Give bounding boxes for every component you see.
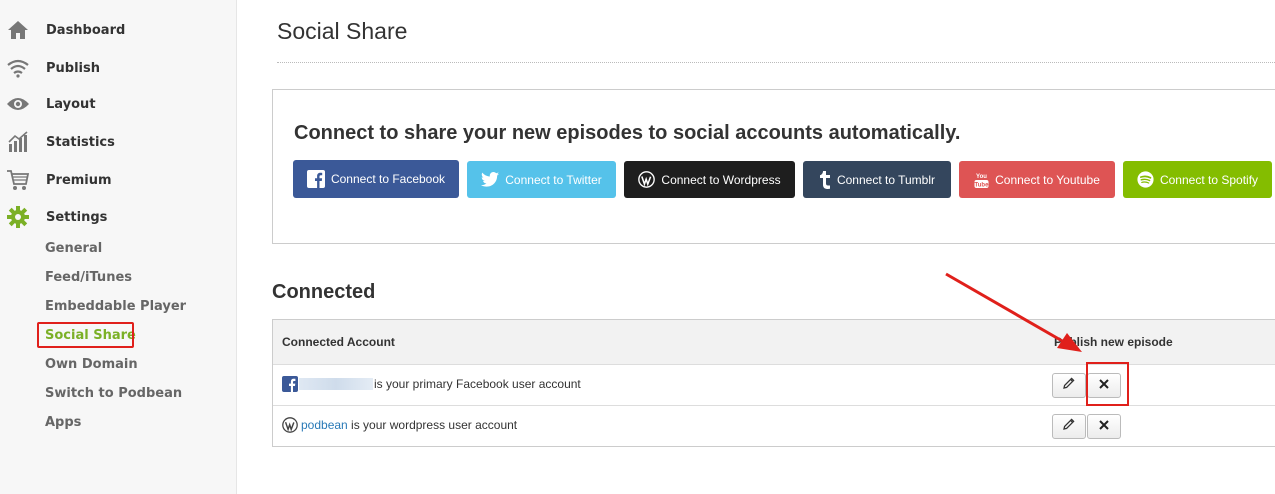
sidebar-item-premium[interactable]: Premium xyxy=(0,165,236,195)
sidebar-sub-feed-itunes[interactable]: Feed/iTunes xyxy=(45,270,132,285)
annotation-highlight-box xyxy=(1086,362,1129,406)
pencil-icon xyxy=(1062,417,1076,436)
connect-button-label: Connect to Facebook xyxy=(330,172,446,186)
connect-wordpress-button[interactable]: Connect to Wordpress xyxy=(624,161,795,198)
sidebar-sub-embeddable-player[interactable]: Embeddable Player xyxy=(45,299,186,314)
sidebar-sub-general[interactable]: General xyxy=(45,241,102,256)
connect-twitter-button[interactable]: Connect to Twitter xyxy=(467,161,616,198)
youtube-icon: You Tube xyxy=(974,171,989,189)
connect-facebook-button[interactable]: Connect to Facebook xyxy=(293,160,459,198)
connect-spotify-button[interactable]: Connect to Spotify xyxy=(1123,161,1272,198)
sidebar-sub-apps[interactable]: Apps xyxy=(45,415,81,430)
sidebar-sub-own-domain[interactable]: Own Domain xyxy=(45,357,138,372)
connect-panel: Connect to share your new episodes to so… xyxy=(272,89,1275,244)
connect-youtube-button[interactable]: You Tube Connect to Youtube xyxy=(959,161,1115,198)
edit-button[interactable] xyxy=(1052,373,1086,398)
sidebar-item-label: Publish xyxy=(46,60,100,76)
spotify-icon xyxy=(1137,171,1154,188)
title-divider xyxy=(277,62,1275,63)
sidebar-item-settings[interactable]: Settings xyxy=(0,202,236,232)
connect-button-label: Connect to Spotify xyxy=(1159,172,1259,187)
sidebar-sub-switch-to-podbean[interactable]: Switch to Podbean xyxy=(45,386,182,401)
annotation-highlight-box xyxy=(37,322,134,348)
sidebar-item-label: Dashboard xyxy=(46,22,126,38)
connect-heading: Connect to share your new episodes to so… xyxy=(294,122,961,144)
connect-button-label: Connect to Wordpress xyxy=(661,172,781,187)
close-icon xyxy=(1098,418,1110,436)
remove-button[interactable] xyxy=(1087,414,1121,439)
account-description: is your primary Facebook user account xyxy=(374,377,581,391)
sidebar-item-layout[interactable]: Layout xyxy=(0,89,236,119)
page-title: Social Share xyxy=(277,18,408,44)
sidebar-item-statistics[interactable]: Statistics xyxy=(0,127,236,157)
connect-button-label: Connect to Youtube xyxy=(995,172,1100,187)
facebook-icon xyxy=(282,376,298,392)
sidebar-item-label: Settings xyxy=(46,209,108,225)
facebook-icon xyxy=(306,170,325,188)
account-link[interactable]: podbean xyxy=(301,418,348,432)
wordpress-icon xyxy=(282,417,298,433)
connected-heading: Connected xyxy=(272,281,376,303)
sidebar: Dashboard Publish Layout Statistics Prem… xyxy=(0,0,237,494)
sidebar-item-publish[interactable]: Publish xyxy=(0,53,236,83)
twitter-icon xyxy=(481,172,500,187)
account-description-text: is your wordpress user account xyxy=(347,418,518,432)
sidebar-item-label: Statistics xyxy=(46,134,115,150)
account-description: podbean is your wordpress user account xyxy=(301,418,517,432)
connect-button-label: Connect to Twitter xyxy=(505,172,602,187)
table-row: podbean is your wordpress user account xyxy=(273,406,1275,447)
bar-chart-icon xyxy=(6,130,30,154)
tumblr-icon xyxy=(819,170,831,189)
wifi-icon xyxy=(6,56,30,80)
pencil-icon xyxy=(1062,376,1076,395)
svg-text:You: You xyxy=(976,174,987,180)
svg-text:Tube: Tube xyxy=(975,182,989,188)
sidebar-item-label: Premium xyxy=(46,172,112,188)
home-icon xyxy=(6,18,30,42)
table-header: Connected Account Publish new episode xyxy=(273,320,1275,365)
wordpress-icon xyxy=(638,171,656,188)
edit-button[interactable] xyxy=(1052,414,1086,439)
connect-tumblr-button[interactable]: Connect to Tumblr xyxy=(803,161,951,198)
redacted-account-name xyxy=(299,378,373,390)
cart-icon xyxy=(6,168,30,192)
sidebar-item-dashboard[interactable]: Dashboard xyxy=(0,15,236,45)
gear-icon xyxy=(6,205,30,229)
connect-button-label: Connect to Tumblr xyxy=(836,172,936,187)
column-header-publish-new-episode: Publish new episode xyxy=(1054,335,1173,349)
sidebar-item-label: Layout xyxy=(46,96,96,112)
column-header-connected-account: Connected Account xyxy=(282,335,395,349)
eye-icon xyxy=(6,92,30,116)
